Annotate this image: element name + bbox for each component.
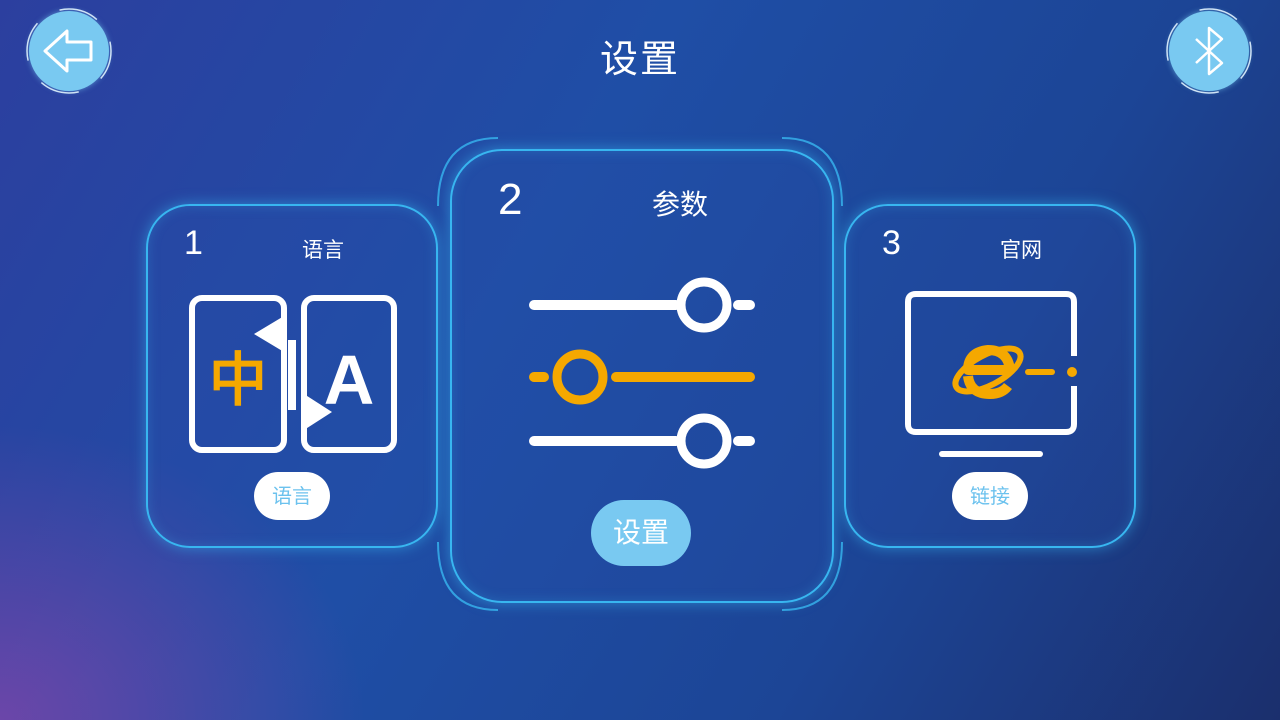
sliders-icon [529, 277, 755, 469]
settings-screen: 设置 1 语言 中 A 语言 2 参数 设置 3 官网 链接 [0, 0, 1280, 720]
language-button[interactable]: 语言 [254, 472, 330, 520]
card-title: 参数 [652, 188, 709, 221]
card-title: 官网 [1000, 238, 1042, 262]
card-parameters[interactable]: 2 参数 设置 [450, 149, 834, 603]
latin-char: A [324, 341, 375, 419]
card-title: 语言 [302, 238, 344, 262]
card-website[interactable]: 3 官网 链接 [844, 204, 1136, 548]
bluetooth-button[interactable] [1166, 8, 1252, 94]
translate-icon: 中 A [189, 295, 397, 453]
bluetooth-icon [1195, 26, 1224, 76]
page-title: 设置 [599, 37, 680, 81]
chinese-char: 中 [209, 346, 267, 414]
settings-button[interactable]: 设置 [591, 500, 691, 566]
link-button[interactable]: 链接 [952, 472, 1028, 520]
card-number: 2 [498, 175, 523, 224]
card-language[interactable]: 1 语言 中 A 语言 [146, 204, 438, 548]
browser-ie-icon [905, 291, 1077, 457]
